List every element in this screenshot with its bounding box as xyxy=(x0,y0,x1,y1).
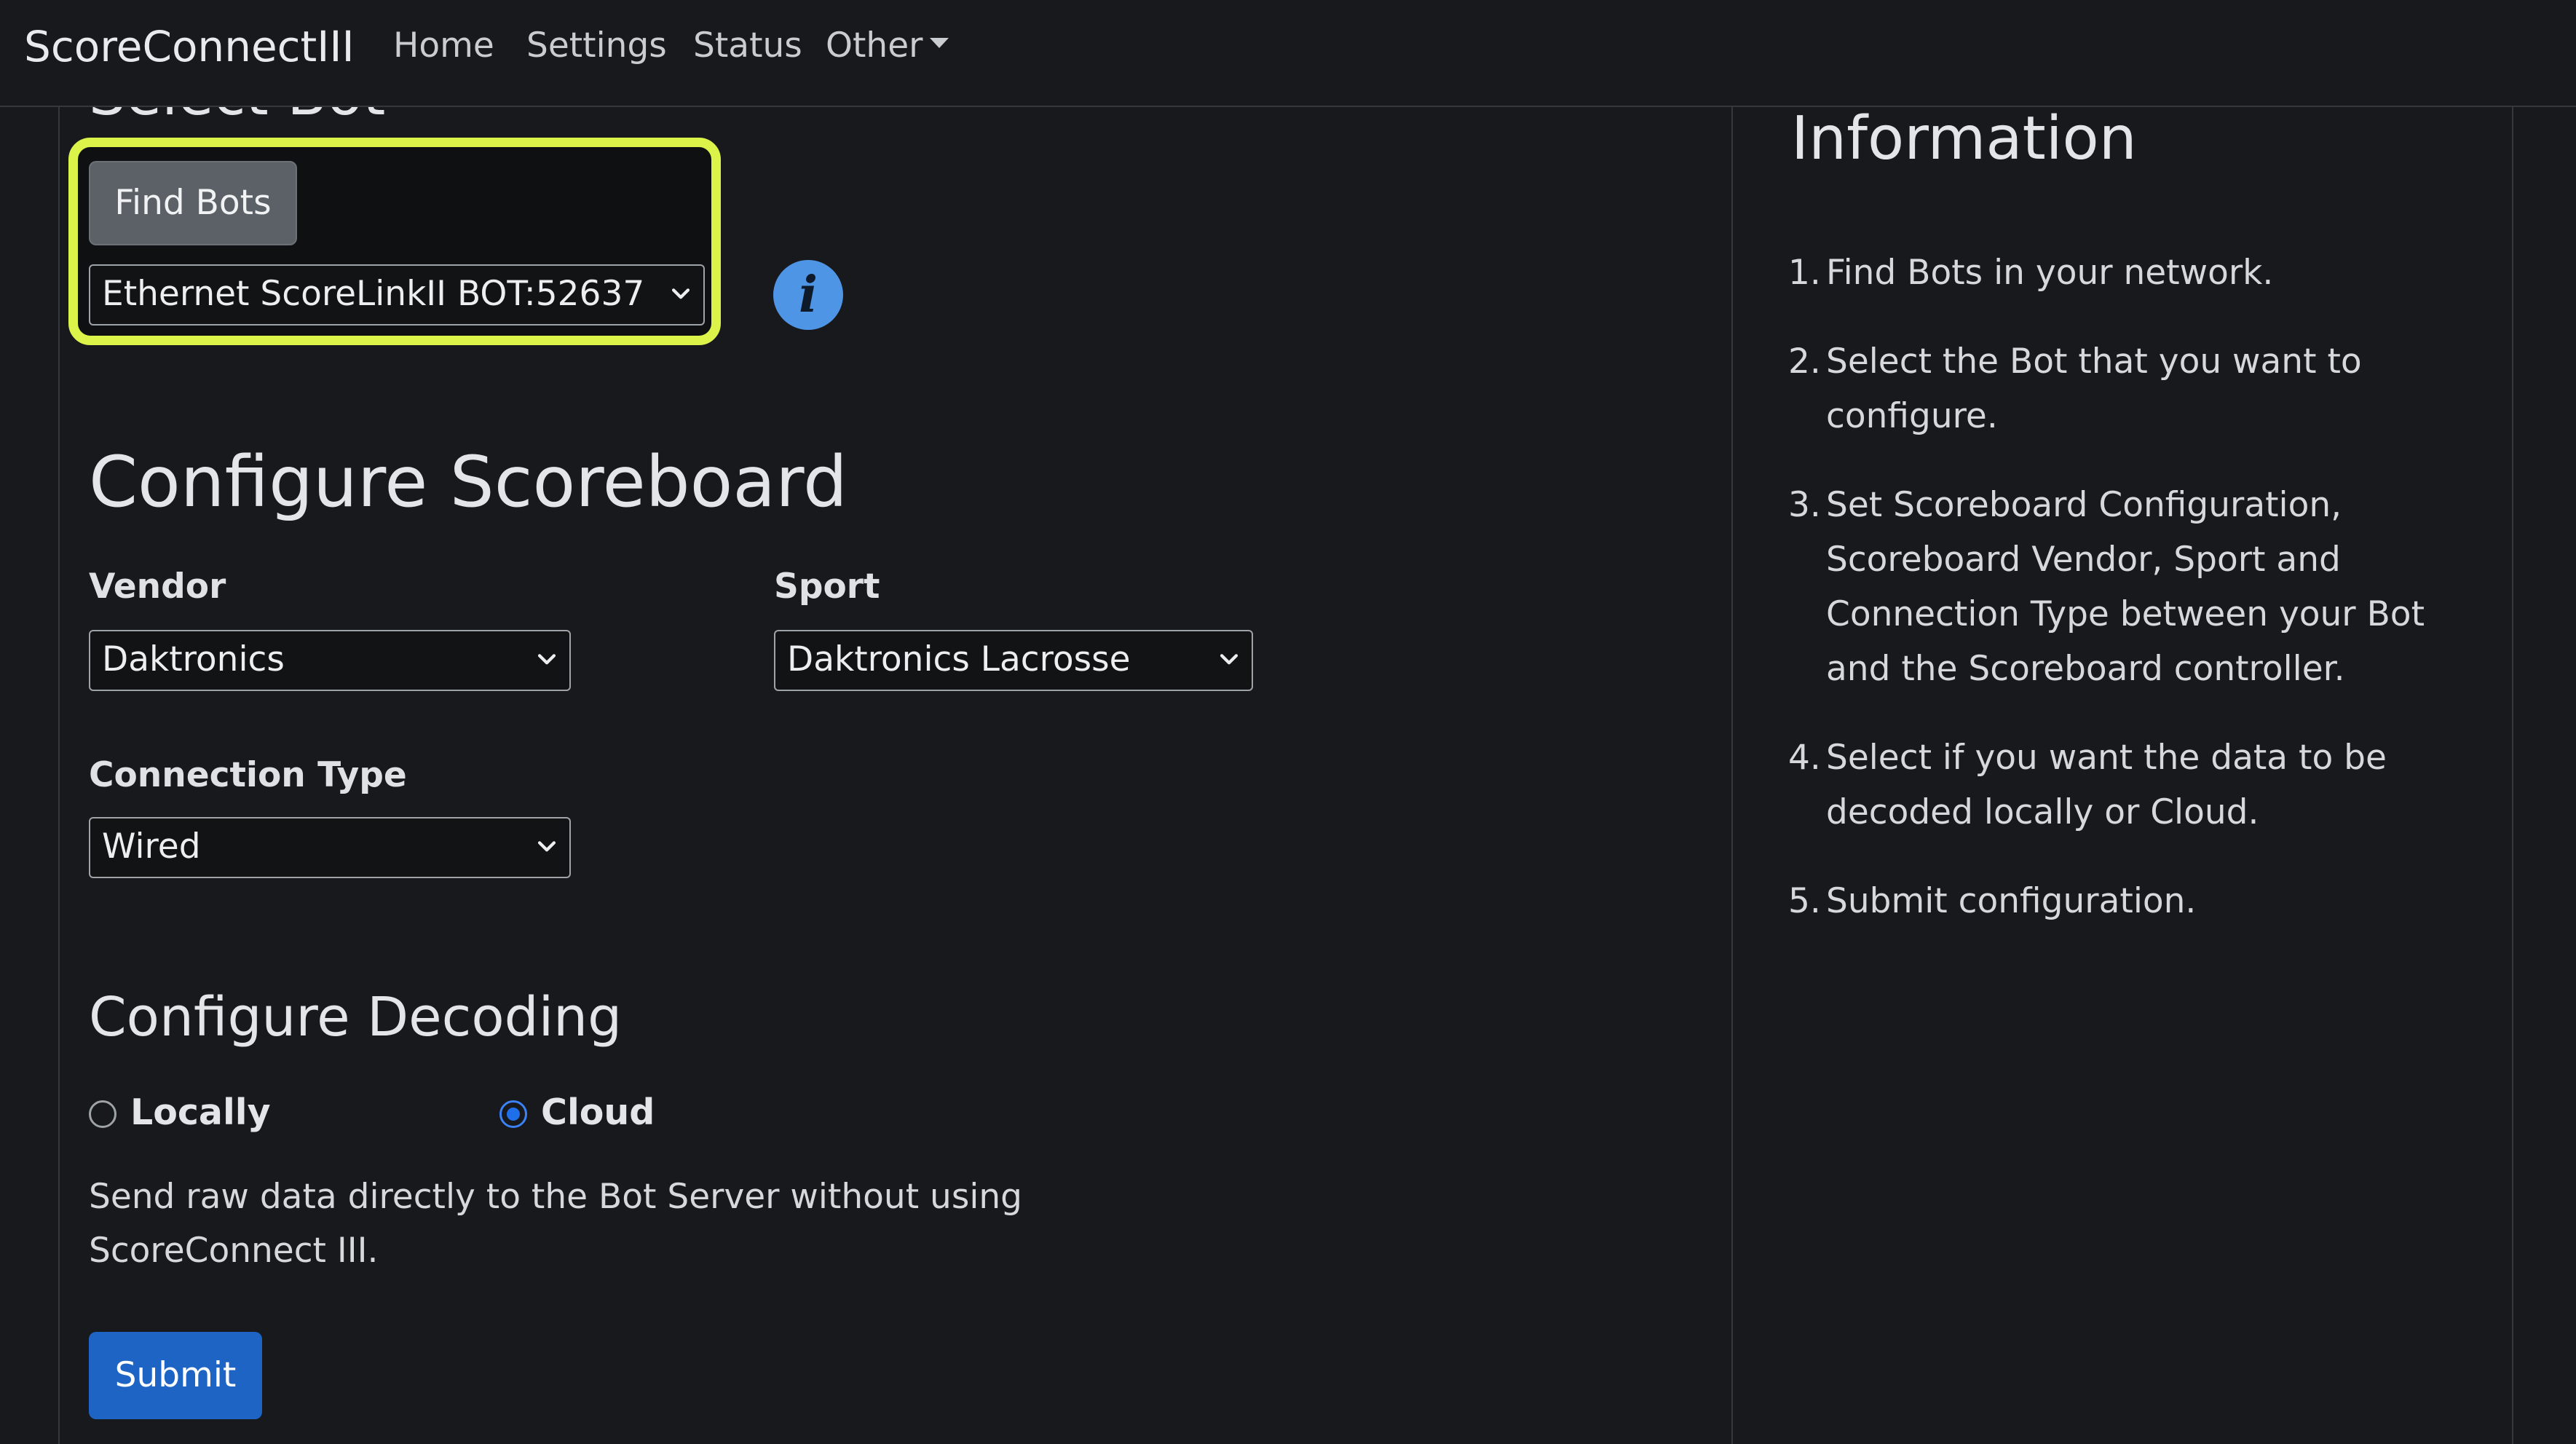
sport-select[interactable]: Daktronics Lacrosse xyxy=(774,630,1253,691)
configure-scoreboard-heading: Configure Scoreboard xyxy=(89,441,848,523)
top-navbar: ScoreConnectIII Home Settings Status Oth… xyxy=(0,0,2576,107)
chevron-down-icon xyxy=(671,288,690,299)
vendor-select-value: Daktronics xyxy=(102,639,285,679)
submit-button[interactable]: Submit xyxy=(89,1332,262,1419)
list-item: 3. Set Scoreboard Configuration, Scoreboa… xyxy=(1788,485,2425,689)
vendor-select[interactable]: Daktronics xyxy=(89,630,571,691)
connection-type-value: Wired xyxy=(102,826,201,867)
find-bots-button[interactable]: Find Bots xyxy=(89,161,297,245)
nav-status[interactable]: Status xyxy=(693,22,802,70)
information-steps: 1. Find Bots in your network. 2. Select th… xyxy=(1788,245,2458,963)
list-item: 4. Select if you want the data to be deco… xyxy=(1788,738,2387,832)
nav-settings[interactable]: Settings xyxy=(526,22,667,70)
connection-type-select[interactable]: Wired xyxy=(89,817,571,878)
chevron-down-icon xyxy=(1220,654,1238,665)
bot-select-value: Ethernet ScoreLinkII BOT:52637 xyxy=(102,274,645,314)
bot-select[interactable]: Ethernet ScoreLinkII BOT:52637 xyxy=(89,264,705,326)
nav-other-dropdown[interactable]: Other xyxy=(826,22,949,70)
connection-type-label: Connection Type xyxy=(89,755,407,795)
list-item: 1. Find Bots in your network. xyxy=(1788,253,2274,293)
nav-home[interactable]: Home xyxy=(393,22,494,70)
sport-select-value: Daktronics Lacrosse xyxy=(787,639,1131,679)
sport-label: Sport xyxy=(774,567,880,607)
information-title: Information xyxy=(1791,104,2137,173)
information-panel: Information 1. Find Bots in your network.… xyxy=(1733,107,2513,1444)
nav-other-label: Other xyxy=(826,25,923,66)
chevron-down-icon xyxy=(537,654,556,665)
radio-locally-label[interactable]: Locally xyxy=(130,1089,271,1137)
brand-logo[interactable]: ScoreConnectIII xyxy=(24,17,355,76)
select-bot-heading: Select Bot xyxy=(89,107,385,135)
info-icon[interactable]: i xyxy=(773,260,843,330)
radio-cloud[interactable] xyxy=(499,1100,527,1128)
list-item: 2. Select the Bot that you want to config… xyxy=(1788,342,2362,436)
configuration-panel: Select Bot Find Bots Ethernet ScoreLinkI… xyxy=(58,107,1733,1444)
radio-cloud-label[interactable]: Cloud xyxy=(541,1089,655,1137)
list-item: 5. Submit configuration. xyxy=(1788,881,2197,921)
vendor-label: Vendor xyxy=(89,567,226,607)
radio-locally[interactable] xyxy=(89,1100,116,1128)
chevron-down-icon xyxy=(537,841,556,852)
decoding-description: Send raw data directly to the Bot Server… xyxy=(89,1177,1023,1271)
configure-decoding-heading: Configure Decoding xyxy=(89,986,623,1049)
caret-down-icon xyxy=(930,38,949,48)
